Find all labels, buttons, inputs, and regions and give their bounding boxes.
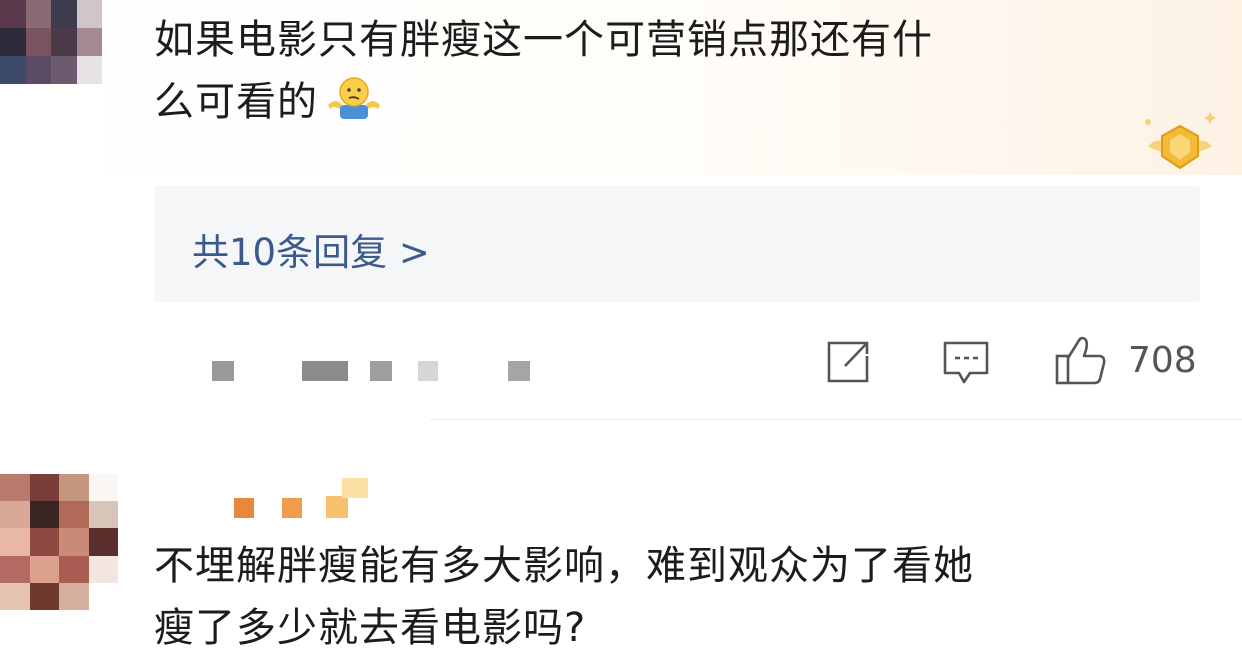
like-count: 708 [1128, 340, 1197, 381]
redacted-metadata [508, 361, 530, 381]
redacted-username [326, 496, 348, 518]
avatar[interactable] [0, 474, 118, 610]
redacted-metadata [370, 361, 392, 381]
comment-line: 么可看的 [154, 71, 1194, 139]
redacted-username [342, 478, 368, 498]
gold-fan-badge-icon: · [1110, 110, 1230, 180]
comment-button[interactable] [942, 340, 990, 390]
redacted-username [282, 498, 302, 518]
share-icon [826, 341, 872, 388]
comment-icon [942, 341, 990, 390]
redacted-metadata [212, 361, 234, 381]
divider [430, 419, 1242, 420]
thumbs-up-icon [1054, 336, 1108, 390]
comment-line: 瘦了多少就去看电影吗? [154, 605, 587, 651]
view-replies-link[interactable]: 共10条回复 > [192, 222, 430, 276]
like-button[interactable] [1054, 334, 1108, 390]
share-button[interactable] [826, 340, 872, 388]
replies-panel: 共10条回复 > [154, 186, 1200, 302]
shrug-emoji-icon [324, 75, 384, 139]
redacted-metadata [418, 361, 438, 381]
comment-line: 如果电影只有胖瘦这一个可营销点那还有什 [154, 17, 933, 63]
avatar[interactable] [0, 0, 102, 84]
redacted-username [234, 498, 254, 518]
redacted-metadata [302, 361, 348, 381]
comment-line: 不埋解胖瘦能有多大影响，难到观众为了看她 [154, 543, 974, 589]
comment-text: 如果电影只有胖瘦这一个可营销点那还有什 么可看的 [154, 9, 1194, 139]
comment-text: 不埋解胖瘦能有多大影响，难到观众为了看她 瘦了多少就去看电影吗? [154, 535, 1224, 659]
